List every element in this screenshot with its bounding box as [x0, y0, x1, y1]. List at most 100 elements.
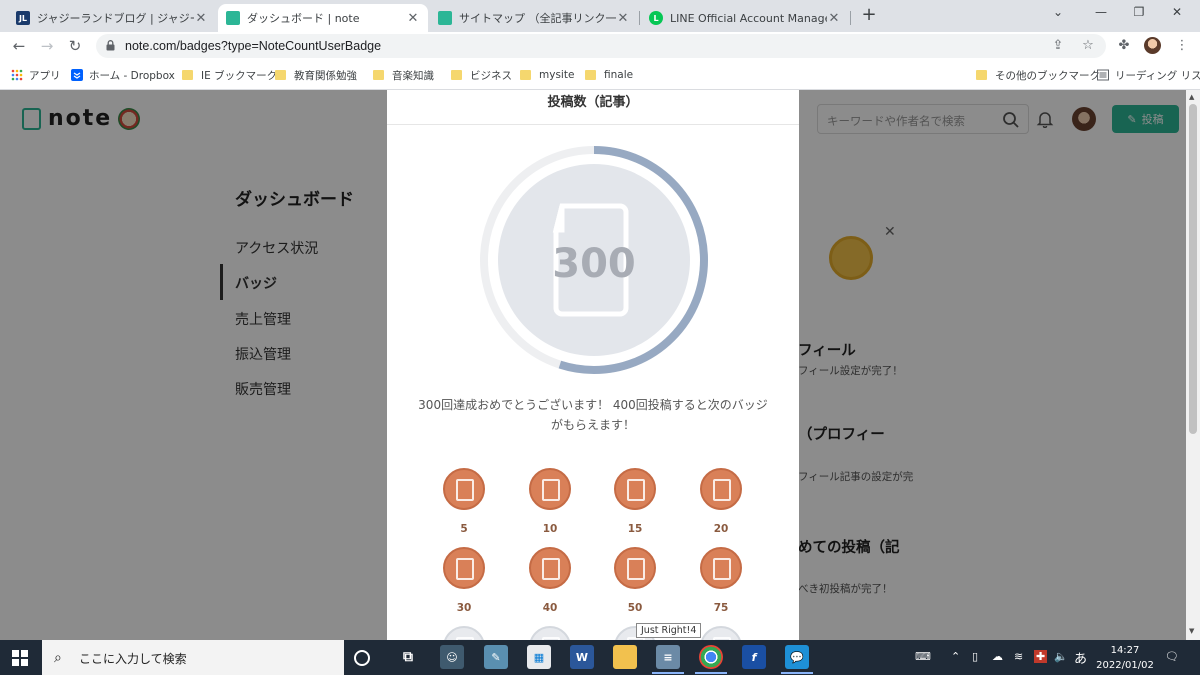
finale-app-icon[interactable]: f — [742, 645, 766, 669]
badge-item[interactable]: 10 — [529, 468, 571, 535]
bookmark-folder-education[interactable]: 教育関係勉強 — [275, 68, 357, 82]
badge-item-partial[interactable] — [529, 626, 571, 640]
browser-tab-sitemap[interactable]: サイトマップ （全記事リンク一覧） ✕ — [430, 4, 638, 32]
minimize-button[interactable]: — — [1090, 5, 1112, 23]
notification-center-icon[interactable]: 🗨 — [1165, 650, 1179, 663]
copper-badge-icon — [614, 547, 656, 589]
badge-item[interactable]: 20 — [700, 468, 742, 535]
store-icon[interactable]: ▦ — [527, 645, 551, 669]
word-icon[interactable]: W — [570, 645, 594, 669]
scroll-up-arrow-icon[interactable]: ▲ — [1189, 93, 1194, 101]
tab-separator — [850, 11, 851, 25]
share-icon[interactable]: ⇪ — [1050, 38, 1066, 54]
note-favicon-icon — [226, 11, 240, 25]
badge-item[interactable]: 40 — [529, 547, 571, 614]
badge-item[interactable]: 75 — [700, 547, 742, 614]
lock-icon — [106, 40, 115, 51]
page-scrollbar[interactable]: ▲ ▼ — [1186, 90, 1200, 640]
badge-item[interactable]: 50 — [614, 547, 656, 614]
bookmark-apps[interactable]: アプリ — [11, 68, 61, 82]
onedrive-cloud-icon[interactable]: ☁ — [992, 650, 1003, 663]
bookmark-folder-music[interactable]: 音楽知識 — [373, 68, 434, 82]
justright-app-icon[interactable]: ≡ — [652, 645, 684, 674]
reload-icon[interactable]: ↻ — [66, 37, 84, 55]
url-text: note.com/badges?type=NoteCountUserBadge — [125, 39, 382, 53]
bookmark-label: mysite — [539, 69, 575, 81]
bookmark-other-folder[interactable]: その他のブックマーク — [976, 68, 1100, 82]
badge-value: 300 — [552, 241, 636, 287]
badge-count: 10 — [542, 523, 558, 535]
address-bar[interactable]: note.com/badges?type=NoteCountUserBadge … — [96, 34, 1106, 58]
bookmark-folder-mysite[interactable]: mysite — [520, 68, 574, 82]
clock-time: 14:27 — [1110, 645, 1140, 656]
new-tab-button[interactable]: + — [860, 6, 878, 24]
copper-badge-icon — [443, 468, 485, 510]
people-app-icon[interactable]: ☺ — [440, 645, 464, 669]
bookmark-folder-finale[interactable]: finale — [585, 68, 633, 82]
bookmark-label: その他のブックマーク — [995, 69, 1100, 82]
scroll-down-arrow-icon[interactable]: ▼ — [1189, 627, 1194, 635]
tab-search-chevron-icon[interactable]: ⌄ — [1047, 5, 1069, 23]
browser-tab-line-manager[interactable]: L LINE Official Account Manager ✕ — [641, 4, 849, 32]
volume-icon[interactable]: 🔈 — [1054, 650, 1068, 663]
bookmark-folder-business[interactable]: ビジネス — [451, 68, 512, 82]
copper-badge-icon — [529, 468, 571, 510]
copper-badge-icon — [614, 468, 656, 510]
tab-label: ジャジーランドブログ | ジャジーランドブロ — [37, 12, 194, 25]
back-arrow-icon[interactable]: ← — [10, 37, 28, 55]
close-tab-icon[interactable]: ✕ — [827, 11, 841, 26]
wifi-icon[interactable]: ≋ — [1014, 650, 1023, 663]
reading-list[interactable]: リーディング リスト — [1097, 68, 1200, 82]
bookmark-star-icon[interactable]: ☆ — [1080, 38, 1096, 54]
folder-icon — [585, 70, 596, 80]
copper-badge-icon — [700, 468, 742, 510]
file-explorer-icon[interactable] — [613, 645, 637, 669]
cortana-icon[interactable] — [354, 650, 370, 666]
tray-chevron-up-icon[interactable]: ⌃ — [951, 650, 960, 663]
scrollbar-thumb[interactable] — [1189, 104, 1197, 434]
chat-app-icon[interactable]: 💬 — [781, 645, 813, 674]
ime-indicator[interactable]: あ — [1074, 648, 1087, 667]
browser-tab-dashboard-note[interactable]: ダッシュボード | note ✕ — [218, 4, 428, 32]
modal-title: 投稿数（記事） — [547, 95, 639, 110]
browser-menu-icon[interactable]: ⋮ — [1174, 38, 1190, 54]
close-tab-icon[interactable]: ✕ — [616, 11, 630, 26]
security-app-icon[interactable]: ✚ — [1034, 650, 1048, 663]
extensions-puzzle-icon[interactable]: ✤ — [1116, 38, 1132, 54]
badge-item-partial[interactable] — [700, 626, 742, 640]
jazzyland-favicon-icon: JL — [16, 11, 30, 25]
forward-arrow-icon[interactable]: → — [38, 37, 56, 55]
note-page: note キーワードや作者名で検索 ✎ 投稿 ダッシュボード アクセス状況 バッ… — [0, 90, 1186, 640]
badge-item[interactable]: 30 — [443, 547, 485, 614]
bookmark-folder-ie[interactable]: IE ブックマーク — [182, 68, 277, 82]
windows-start-icon[interactable] — [12, 650, 28, 666]
browser-tab-jazzyland-blog[interactable]: JL ジャジーランドブログ | ジャジーランドブロ ✕ — [8, 4, 216, 32]
taskbar-search-box[interactable]: ⌕ ここに入力して検索 — [42, 640, 344, 675]
badge-count: 20 — [713, 523, 729, 535]
dropbox-icon — [71, 69, 83, 81]
restore-button[interactable]: ❐ — [1128, 5, 1150, 23]
chrome-icon[interactable] — [695, 645, 727, 674]
task-view-icon[interactable]: ⧉ — [396, 645, 420, 669]
profile-avatar[interactable] — [1144, 37, 1161, 54]
bookmark-label: ビジネス — [470, 69, 512, 82]
keyboard-icon[interactable]: ⌨ — [915, 650, 931, 663]
tab-label: サイトマップ （全記事リンク一覧） — [459, 12, 616, 25]
close-window-button[interactable]: ✕ — [1166, 5, 1188, 23]
phone-link-icon[interactable]: ▯ — [972, 650, 978, 663]
badge-item[interactable]: 5 — [443, 468, 485, 535]
copper-badge-icon — [529, 547, 571, 589]
search-icon: ⌕ — [54, 650, 62, 666]
close-tab-icon[interactable]: ✕ — [406, 11, 420, 26]
badge-item[interactable]: 15 — [614, 468, 656, 535]
badge-count: 30 — [456, 602, 472, 614]
close-tab-icon[interactable]: ✕ — [194, 11, 208, 26]
badge-item-partial[interactable] — [443, 626, 485, 640]
bookmark-label: finale — [604, 69, 634, 81]
badge-progress-ring: 300 — [480, 146, 708, 374]
bookmark-dropbox[interactable]: ホーム - Dropbox — [71, 68, 175, 82]
notes-app-icon[interactable]: ✎ — [484, 645, 508, 669]
system-clock[interactable]: 14:27 2022/01/02 — [1096, 643, 1154, 673]
folder-icon — [451, 70, 462, 80]
browser-toolbar: ← → ↻ note.com/badges?type=NoteCountUser… — [0, 32, 1200, 60]
